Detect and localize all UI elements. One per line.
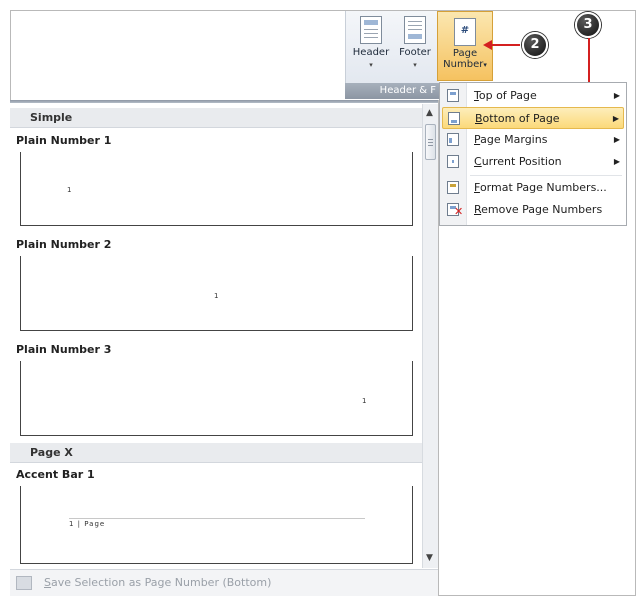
preview-accent-text: 1 | Page (69, 520, 106, 528)
page-number-menu: Top of Page ▶ Bottom of Page ▶ Page Marg… (439, 82, 627, 226)
menu-item-label: Remove Page Numbers (474, 203, 603, 216)
menu-item-bottom-of-page[interactable]: Bottom of Page ▶ (442, 107, 624, 129)
menu-item-label: Bottom of Page (475, 112, 560, 125)
current-position-icon (447, 155, 459, 168)
submenu-arrow-icon: ▶ (613, 135, 620, 144)
gallery-item-title: Plain Number 2 (16, 238, 112, 251)
preview-accent-rule (69, 518, 365, 519)
format-page-numbers-icon (447, 181, 459, 194)
callout-arrowhead-2 (483, 40, 492, 50)
header-dropdown-caret: ▾ (369, 61, 373, 69)
footer-dropdown-caret: ▾ (413, 61, 417, 69)
save-selection-label: Save Selection as Page Number (Bottom) (44, 576, 272, 589)
submenu-arrow-icon: ▶ (612, 114, 619, 123)
callout-badge-3: 3 (575, 12, 601, 38)
callout-badge-2: 2 (522, 32, 548, 58)
preview-page-number: 1 (214, 292, 219, 300)
page-number-gallery: Simple Plain Number 1 1 Plain Number 2 1… (10, 100, 439, 596)
header-button[interactable]: Header ▾ (350, 16, 392, 82)
menu-item-label: Top of Page (474, 89, 537, 102)
callout-arrow-2 (490, 44, 520, 46)
gallery-item-plain-number-3[interactable]: 1 (20, 361, 413, 436)
gallery-item-title: Plain Number 3 (16, 343, 112, 356)
section-header-simple: Simple (10, 108, 422, 128)
header-icon (360, 16, 382, 44)
menu-item-page-margins[interactable]: Page Margins ▶ (442, 129, 624, 151)
page-top-icon (447, 89, 459, 102)
footer-button[interactable]: Footer ▾ (394, 16, 436, 82)
submenu-arrow-icon: ▶ (613, 91, 620, 100)
page-number-icon: # (454, 18, 476, 46)
menu-item-remove-page-numbers[interactable]: ✕ Remove Page Numbers (442, 199, 624, 221)
menu-item-top-of-page[interactable]: Top of Page ▶ (442, 85, 624, 107)
scroll-up-arrow[interactable]: ▲ (426, 108, 433, 118)
preview-page-number: 1 (67, 186, 72, 194)
menu-item-label: Page Margins (474, 133, 548, 146)
footer-icon (404, 16, 426, 44)
gallery-item-title: Plain Number 1 (16, 134, 112, 147)
menu-item-current-position[interactable]: Current Position ▶ (442, 151, 624, 173)
scroll-thumb[interactable] (425, 124, 436, 160)
scroll-down-arrow[interactable]: ▼ (426, 553, 433, 563)
gallery-item-title: Accent Bar 1 (16, 468, 95, 481)
menu-item-label: Current Position (474, 155, 562, 168)
page-bottom-icon (448, 112, 460, 125)
menu-item-format-page-numbers[interactable]: Format Page Numbers... (442, 177, 624, 199)
gallery-top-border (10, 100, 438, 103)
footer-button-label: Footer (399, 47, 431, 58)
gallery-item-plain-number-2[interactable]: 1 (20, 256, 413, 331)
menu-separator (470, 175, 622, 176)
save-selection-button[interactable]: Save Selection as Page Number (Bottom) (10, 569, 438, 596)
section-header-page-x: Page X (10, 443, 422, 463)
submenu-arrow-icon: ▶ (613, 157, 620, 166)
gallery-scroll-area[interactable]: Simple Plain Number 1 1 Plain Number 2 1… (10, 104, 422, 568)
menu-item-label: Format Page Numbers... (474, 181, 607, 194)
ribbon-group-label: Header & F (345, 83, 439, 99)
save-selection-icon (16, 576, 32, 590)
gallery-item-plain-number-1[interactable]: 1 (20, 152, 413, 226)
gallery-item-accent-bar-1[interactable]: 1 | Page (20, 486, 413, 564)
preview-page-number: 1 (362, 397, 367, 405)
page-margins-icon (447, 133, 459, 146)
remove-x-icon: ✕ (454, 205, 464, 218)
page-number-label-line2: Number▾ (443, 59, 487, 70)
gallery-scrollbar[interactable]: ▲ ▼ (422, 104, 438, 568)
header-button-label: Header (352, 47, 390, 58)
